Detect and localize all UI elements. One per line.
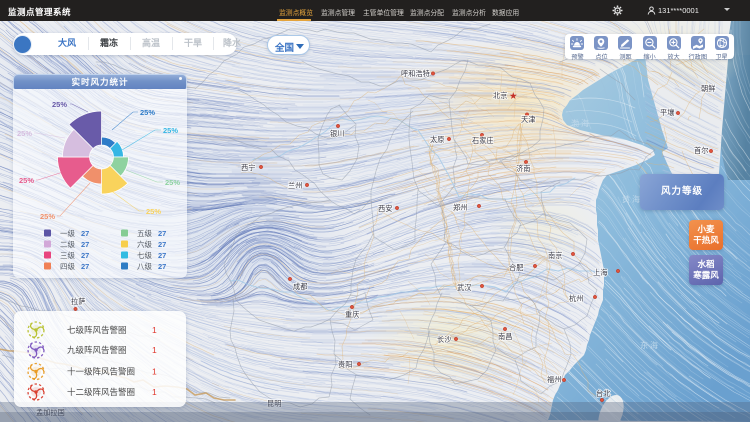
svg-text:九级阵风告警圈: 九级阵风告警圈 [67,345,127,355]
svg-text:25%: 25% [52,100,67,109]
svg-text:27: 27 [158,262,166,271]
svg-text:25%: 25% [165,178,180,187]
svg-text:25%: 25% [40,212,55,221]
svg-text:十一级阵风告警圈: 十一级阵风告警圈 [67,367,135,377]
svg-text:27: 27 [81,251,89,260]
svg-text:1: 1 [152,387,157,397]
svg-text:1: 1 [152,367,157,377]
svg-text:六级: 六级 [137,239,152,249]
svg-text:五级: 五级 [137,228,152,238]
svg-text:27: 27 [81,240,89,249]
svg-text:25%: 25% [146,207,161,216]
svg-text:八级: 八级 [137,261,152,271]
svg-text:27: 27 [158,251,166,260]
svg-text:二级: 二级 [60,239,75,249]
svg-text:1: 1 [152,325,157,335]
svg-text:27: 27 [158,240,166,249]
svg-text:27: 27 [158,229,166,238]
svg-text:十二级阵风告警圈: 十二级阵风告警圈 [67,387,135,397]
svg-text:七级阵风告警圈: 七级阵风告警圈 [67,325,127,335]
svg-text:25%: 25% [17,129,32,138]
svg-text:27: 27 [81,262,89,271]
svg-text:四级: 四级 [60,261,75,271]
svg-text:三级: 三级 [60,250,75,260]
svg-text:一级: 一级 [60,228,75,238]
svg-text:27: 27 [81,229,89,238]
svg-text:25%: 25% [140,108,155,117]
svg-text:1: 1 [152,345,157,355]
svg-text:25%: 25% [19,176,34,185]
svg-text:七级: 七级 [137,250,152,260]
svg-text:25%: 25% [163,126,178,135]
